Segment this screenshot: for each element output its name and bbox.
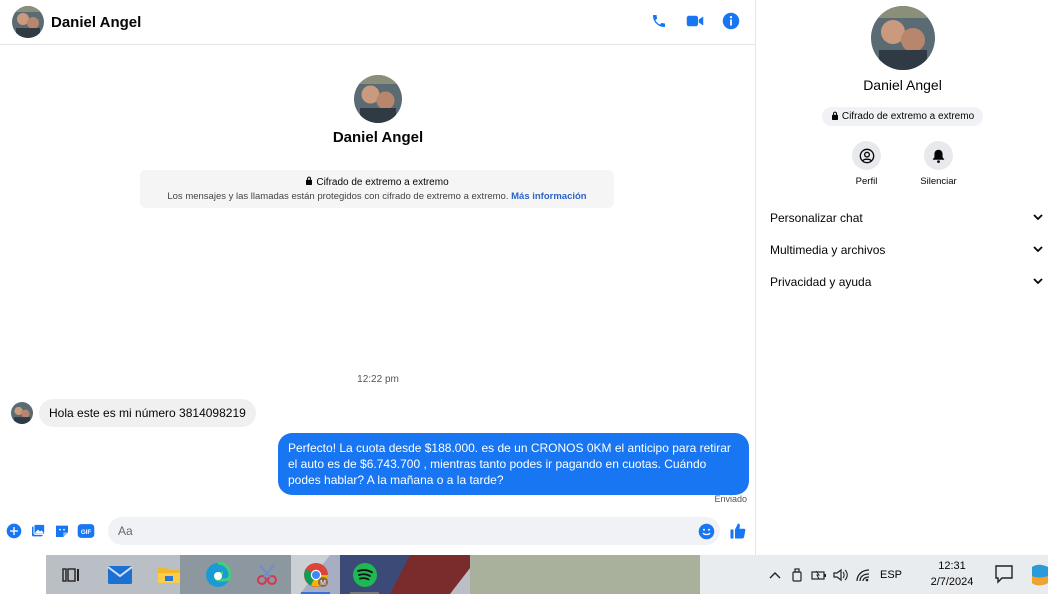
encryption-title-text: Cifrado de extremo a extremo (316, 176, 449, 188)
media-files-item[interactable]: Multimedia y archivos (757, 234, 1048, 266)
spotify-icon[interactable] (340, 555, 389, 594)
taskbar: M ESP 12:31 2/7/2024 (0, 555, 1048, 594)
task-view-icon[interactable] (46, 555, 95, 594)
encryption-badge[interactable]: Cifrado de extremo a extremo (821, 107, 984, 126)
media-files-label: Multimedia y archivos (770, 243, 886, 257)
profile-button[interactable]: Perfil (845, 141, 889, 187)
chevron-up-icon[interactable] (764, 564, 786, 586)
wifi-icon[interactable] (852, 564, 874, 586)
chat-pane: Daniel Angel Daniel Angel Cifrado de ext… (0, 0, 756, 555)
profile-label: Perfil (855, 176, 878, 187)
encryption-badge-text: Cifrado de extremo a extremo (841, 111, 975, 122)
sent-status: Enviado (714, 494, 747, 504)
copilot-icon[interactable] (1032, 564, 1048, 591)
chat-header: Daniel Angel (0, 0, 756, 45)
chevron-down-icon (1032, 243, 1044, 258)
battery-icon[interactable] (808, 564, 830, 586)
mute-button[interactable]: Silenciar (917, 141, 961, 187)
clock-time: 12:31 (938, 560, 966, 572)
mail-icon[interactable] (95, 555, 144, 594)
message-input[interactable] (108, 517, 720, 545)
notification-icon[interactable] (994, 564, 1014, 589)
info-icon[interactable] (720, 10, 742, 32)
clock[interactable]: 12:31 2/7/2024 (922, 558, 982, 590)
system-tray: ESP (764, 555, 902, 594)
header-avatar[interactable] (12, 6, 44, 38)
lock-icon (305, 176, 313, 188)
encryption-description-text: Los mensajes y las llamadas están proteg… (167, 191, 509, 202)
photo-icon[interactable] (28, 521, 48, 541)
side-header: Daniel Angel Cifrado de extremo a extrem… (757, 6, 1048, 126)
encryption-description: Los mensajes y las llamadas están proteg… (140, 191, 614, 202)
side-contact-name: Daniel Angel (863, 77, 942, 93)
gif-icon[interactable]: GIF (76, 521, 96, 541)
file-explorer-icon[interactable] (144, 555, 193, 594)
bell-icon (924, 141, 953, 170)
language-indicator[interactable]: ESP (880, 569, 902, 581)
message-composer: GIF (0, 516, 756, 546)
search-area[interactable] (0, 555, 46, 594)
side-actions: Perfil Silenciar (757, 141, 1048, 187)
snipping-tool-icon[interactable] (242, 555, 291, 594)
header-contact-name[interactable]: Daniel Angel (51, 14, 141, 31)
outgoing-message-bubble[interactable]: Perfecto! La cuota desde $188.000. es de… (278, 433, 749, 495)
gif-label: GIF (81, 529, 92, 536)
phone-icon[interactable] (648, 10, 670, 32)
volume-icon[interactable] (830, 564, 852, 586)
chevron-down-icon (1032, 275, 1044, 290)
privacy-help-label: Privacidad y ayuda (770, 275, 872, 289)
message-timestamp: 12:22 pm (357, 374, 399, 385)
intro-avatar[interactable] (354, 75, 402, 123)
conversation-intro: Daniel Angel (0, 75, 756, 146)
encryption-title: Cifrado de extremo a extremo (140, 176, 614, 188)
svg-text:M: M (320, 580, 326, 587)
plus-circle-icon[interactable] (4, 521, 24, 541)
contact-info-pane: Daniel Angel Cifrado de extremo a extrem… (757, 0, 1048, 555)
chrome-icon[interactable]: M (291, 555, 340, 594)
lock-icon (831, 111, 839, 123)
encryption-notice: Cifrado de extremo a extremo Los mensaje… (140, 170, 614, 208)
customize-chat-item[interactable]: Personalizar chat (757, 202, 1048, 234)
messenger-app: Daniel Angel Daniel Angel Cifrado de ext… (0, 0, 1048, 555)
thumbs-up-icon[interactable] (728, 521, 748, 541)
incoming-message-bubble[interactable]: Hola este es mi número 3814098219 (39, 399, 256, 427)
taskbar-apps: M (46, 555, 389, 594)
side-menu: Personalizar chat Multimedia y archivos … (757, 202, 1048, 298)
mute-label: Silenciar (920, 176, 957, 187)
edge-icon[interactable] (193, 555, 242, 594)
incoming-avatar[interactable] (11, 402, 33, 424)
header-actions (648, 10, 742, 32)
chevron-down-icon (1032, 211, 1044, 226)
more-info-link[interactable]: Más información (511, 191, 587, 202)
usb-icon[interactable] (786, 564, 808, 586)
sticker-icon[interactable] (52, 521, 72, 541)
incoming-message-row: Hola este es mi número 3814098219 (11, 399, 256, 427)
video-camera-icon[interactable] (684, 10, 706, 32)
customize-chat-label: Personalizar chat (770, 211, 863, 225)
clock-date: 2/7/2024 (930, 576, 974, 588)
intro-contact-name: Daniel Angel (332, 129, 424, 146)
emoji-icon[interactable] (697, 522, 715, 540)
profile-icon (852, 141, 881, 170)
privacy-help-item[interactable]: Privacidad y ayuda (757, 266, 1048, 298)
side-avatar[interactable] (870, 6, 935, 70)
